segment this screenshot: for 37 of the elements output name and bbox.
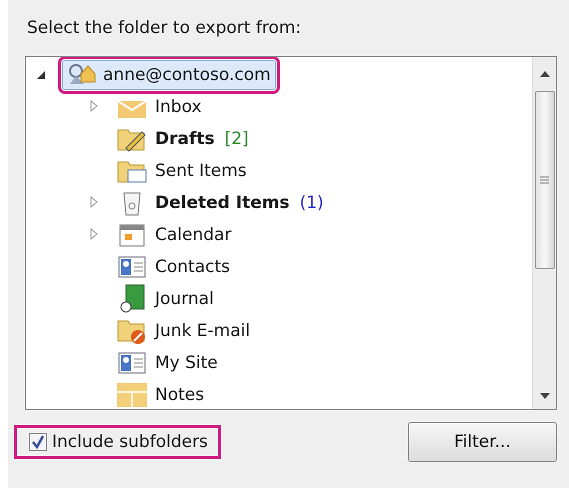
folder-name: Sent Items [155, 161, 247, 181]
expanded-arrow-icon[interactable] [36, 70, 48, 80]
include-subfolders-checkbox[interactable]: Include subfolders [17, 428, 218, 456]
unread-count: [2] [224, 129, 249, 149]
tree-item[interactable]: Contacts [109, 253, 236, 281]
folder-name: Junk E-mail [155, 321, 250, 341]
tree-item[interactable]: My Site [109, 349, 224, 377]
folder-name: Inbox [155, 97, 202, 117]
tree-heading: Select the folder to export from: [27, 18, 302, 40]
vertical-scrollbar[interactable] [532, 57, 556, 409]
tree-item[interactable]: Notes [109, 379, 210, 409]
journal-book-icon [118, 284, 146, 314]
folder-name: Notes [155, 385, 204, 405]
tree-item[interactable]: Journal [109, 281, 220, 317]
contact-card-icon [118, 352, 146, 374]
folder-name: Journal [155, 289, 214, 309]
tree-item[interactable]: Junk E-mail [109, 314, 256, 348]
scroll-up-icon[interactable] [540, 71, 550, 77]
scroll-down-icon[interactable] [540, 393, 550, 399]
unread-count: (1) [300, 193, 324, 213]
contact-card-icon [118, 256, 146, 278]
trash-can-icon [121, 190, 143, 216]
folder-name: My Site [155, 353, 218, 373]
tree-item[interactable]: Drafts [2] [109, 123, 255, 155]
tree-item[interactable]: Deleted Items (1) [109, 187, 330, 219]
tree-item[interactable]: Sent Items [109, 155, 253, 187]
tree-item[interactable]: Calendar [109, 220, 238, 250]
folder-name: Drafts [155, 129, 215, 149]
calendar-icon [119, 223, 145, 247]
folder-name: Deleted Items [155, 193, 290, 213]
tree-item-label: anne@contoso.com [103, 65, 271, 85]
filter-button[interactable]: Filter... [408, 422, 557, 462]
folder-name: Calendar [155, 225, 232, 245]
folder-name: Contacts [155, 257, 230, 277]
checkbox[interactable] [29, 433, 47, 451]
scrollbar-thumb[interactable] [534, 91, 554, 269]
tree-item[interactable]: Inbox [109, 92, 208, 122]
